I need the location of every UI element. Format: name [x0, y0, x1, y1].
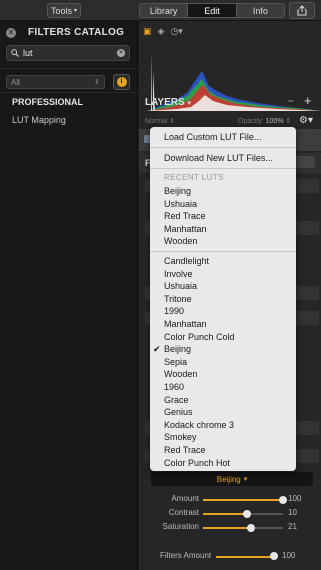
- menu-item-lut[interactable]: Red Trace: [164, 444, 206, 456]
- lut-select-value: Beijing: [216, 474, 241, 484]
- menu-item-lut[interactable]: 1960: [164, 381, 184, 393]
- menu-item-recent-lut[interactable]: Wooden: [164, 235, 197, 247]
- filters-catalog-panel: ✕ FILTERS CATALOG ✕ All ⇕ i PROFESSIONAL…: [0, 21, 138, 570]
- blend-mode-value: Normal: [145, 118, 168, 125]
- blend-mode-select[interactable]: Normal ⇕: [145, 117, 175, 125]
- opacity-label: Opacity:: [238, 118, 264, 125]
- layers-title-text: LAYERS: [145, 97, 185, 108]
- chevron-down-icon: ▾: [74, 8, 78, 14]
- mode-tabs: Library Edit Info: [139, 3, 285, 18]
- slider-saturation[interactable]: Saturation 21: [139, 522, 321, 534]
- slider-knob[interactable]: [270, 552, 278, 560]
- menu-section-header: RECENT LUTS: [164, 173, 224, 182]
- slider-saturation-value: 21: [288, 522, 297, 531]
- lut-select-button[interactable]: Beijing ▾: [151, 472, 313, 486]
- gear-icon[interactable]: ⚙▾: [299, 115, 313, 126]
- info-icon: i: [116, 77, 127, 87]
- add-layer-icon[interactable]: +: [304, 93, 312, 108]
- slider-fill: [203, 513, 247, 515]
- menu-divider: [150, 168, 296, 169]
- group-title: PROFESSIONAL: [12, 97, 84, 107]
- menu-divider: [150, 147, 296, 148]
- chevron-down-icon: ▾: [243, 476, 248, 483]
- history-clock-icon[interactable]: ◷▾: [170, 26, 182, 37]
- top-toolbar: Tools ▾ Library Edit Info: [0, 0, 321, 21]
- slider-fill: [216, 556, 274, 558]
- slider-fill: [203, 499, 283, 501]
- updown-chevron-icon: ⇕: [94, 79, 100, 86]
- menu-item-lut[interactable]: Manhattan: [164, 318, 207, 330]
- clear-search-icon[interactable]: ✕: [117, 49, 125, 57]
- opacity-value: 100%: [265, 118, 284, 125]
- divider: [0, 68, 138, 69]
- tools-menu-button[interactable]: Tools ▾: [47, 3, 81, 18]
- menu-item-load-custom-lut[interactable]: Load Custom LUT File...: [164, 131, 261, 143]
- tab-library[interactable]: Library: [140, 4, 189, 17]
- menu-item-lut[interactable]: Beijing: [164, 343, 191, 355]
- menu-item-recent-lut[interactable]: Ushuaia: [164, 198, 197, 210]
- opacity-control[interactable]: Opacity: 100% ⇕: [238, 117, 291, 125]
- menu-item-recent-lut[interactable]: Red Trace: [164, 210, 206, 222]
- menu-item-lut[interactable]: Involve: [164, 268, 193, 280]
- slider-amount-label: Amount: [171, 494, 199, 503]
- histogram-toolbar: ▣ ◈ ◷▾: [143, 26, 183, 37]
- chevron-down-icon: ▾: [187, 100, 191, 107]
- tab-info[interactable]: Info: [236, 4, 284, 17]
- checkmark-icon: ✔: [153, 344, 161, 355]
- tools-label: Tools: [50, 5, 72, 16]
- menu-item-lut[interactable]: 1990: [164, 305, 184, 317]
- menu-item-lut[interactable]: Genius: [164, 406, 193, 418]
- menu-item-lut[interactable]: Sepia: [164, 356, 187, 368]
- filters-amount-slider[interactable]: Filters Amount 100: [139, 550, 321, 564]
- catalog-item-lut-mapping[interactable]: LUT Mapping: [12, 115, 66, 125]
- divider: [0, 92, 138, 93]
- menu-item-lut[interactable]: Smokey: [164, 431, 197, 443]
- menu-item-download-luts[interactable]: Download New LUT Files...: [164, 152, 273, 164]
- share-button[interactable]: [289, 2, 315, 19]
- catalog-title: FILTERS CATALOG: [28, 27, 125, 38]
- slider-contrast-value: 10: [288, 508, 297, 517]
- slider-saturation-label: Saturation: [162, 522, 199, 531]
- menu-item-lut[interactable]: Tritone: [164, 293, 192, 305]
- slider-contrast-label: Contrast: [168, 508, 199, 517]
- share-icon: [297, 5, 307, 16]
- layers-stack-icon[interactable]: ◈: [158, 26, 165, 37]
- menu-item-lut[interactable]: Wooden: [164, 368, 197, 380]
- slider-amount[interactable]: Amount 100: [139, 494, 321, 506]
- slider-knob[interactable]: [279, 496, 287, 504]
- search-icon: [11, 49, 19, 57]
- lut-dropdown-menu: Load Custom LUT File... Download New LUT…: [150, 127, 296, 471]
- menu-item-lut[interactable]: Grace: [164, 394, 189, 406]
- menu-item-lut[interactable]: Candlelight: [164, 255, 209, 267]
- search-input[interactable]: [23, 48, 113, 58]
- catalog-search: ✕: [6, 45, 130, 61]
- info-button[interactable]: i: [113, 74, 130, 90]
- slider-knob[interactable]: [243, 510, 251, 518]
- menu-item-recent-lut[interactable]: Beijing: [164, 185, 191, 197]
- menu-item-lut[interactable]: Color Punch Hot: [164, 457, 230, 469]
- menu-item-recent-lut[interactable]: Manhattan: [164, 223, 207, 235]
- slider-contrast[interactable]: Contrast 10: [139, 508, 321, 520]
- tab-edit[interactable]: Edit: [188, 4, 237, 17]
- category-select[interactable]: All ⇕: [6, 75, 105, 89]
- slider-knob[interactable]: [247, 524, 255, 532]
- menu-item-lut[interactable]: Ushuaia: [164, 280, 197, 292]
- layers-title[interactable]: LAYERS ▾: [145, 97, 191, 108]
- close-catalog-icon[interactable]: ✕: [6, 28, 16, 38]
- filters-amount-label: Filters Amount: [160, 551, 212, 560]
- menu-item-lut[interactable]: Kodack chrome 3: [164, 419, 234, 431]
- menu-item-lut[interactable]: Color Punch Cold: [164, 331, 235, 343]
- slider-amount-value: 100: [288, 494, 302, 503]
- category-select-value: All: [11, 77, 20, 87]
- filters-amount-value: 100: [282, 551, 296, 560]
- menu-divider: [150, 251, 296, 252]
- histogram-image-icon[interactable]: ▣: [143, 26, 152, 37]
- remove-layer-icon[interactable]: −: [287, 94, 294, 108]
- slider-fill: [203, 527, 251, 529]
